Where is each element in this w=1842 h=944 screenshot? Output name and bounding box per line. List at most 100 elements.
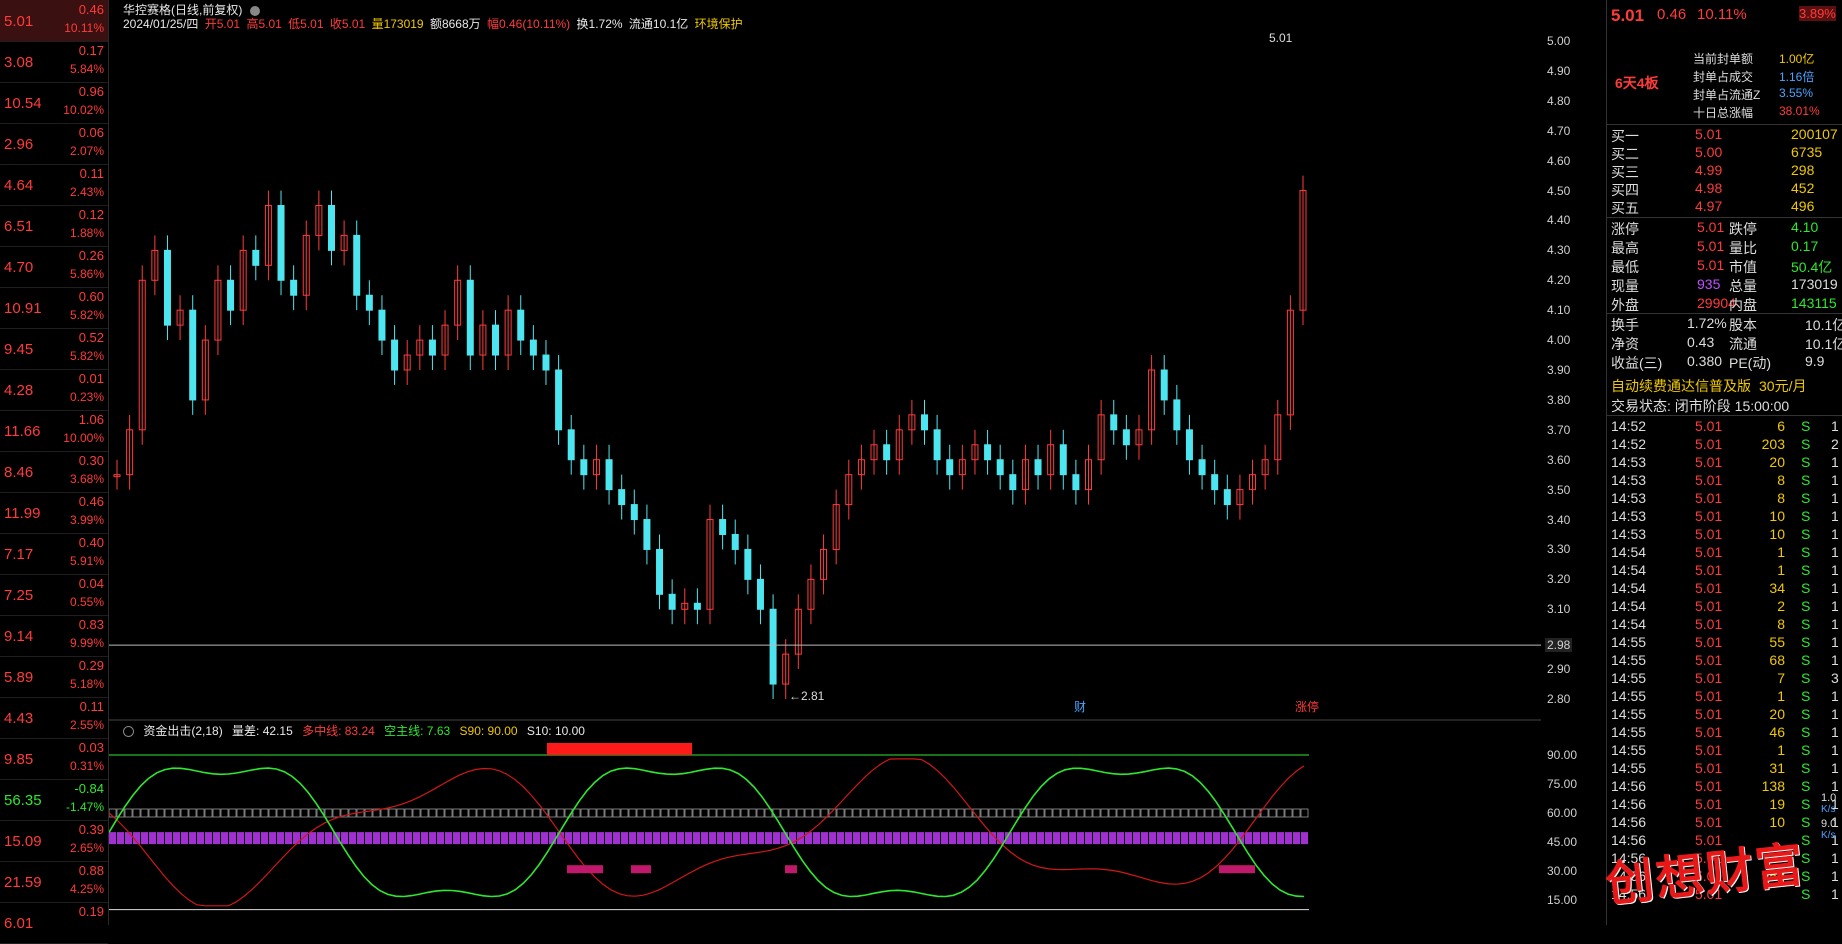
- stat-label: 外盘: [1611, 297, 1639, 313]
- watchlist-row[interactable]: 6.01 0.19: [0, 902, 108, 944]
- purple-block: [125, 832, 132, 845]
- watchlist-row[interactable]: 9.45 0.52 5.82%: [0, 328, 108, 370]
- watchlist-row[interactable]: 7.17 0.40 5.91%: [0, 533, 108, 575]
- gray-block: [1180, 808, 1189, 818]
- watchlist-change: 0.11: [79, 166, 104, 181]
- tick-volume: 1: [1777, 688, 1785, 704]
- watchlist-row[interactable]: 4.43 0.11 2.55%: [0, 697, 108, 739]
- candle-body: [1009, 474, 1017, 491]
- purple-block: [1285, 832, 1292, 845]
- watchlist-row[interactable]: 10.91 0.60 5.82%: [0, 287, 108, 329]
- tick-volume: 6: [1777, 418, 1785, 434]
- red-signal-block: [674, 743, 692, 755]
- watchlist-row[interactable]: 5.01 0.46 10.11%: [0, 0, 108, 42]
- tick-time: 14:55: [1611, 688, 1647, 704]
- tick-count: 1: [1831, 688, 1839, 704]
- watchlist-row[interactable]: 4.70 0.26 5.86%: [0, 246, 108, 288]
- gray-block: [156, 808, 165, 818]
- tick-time: 14:55: [1611, 760, 1647, 776]
- stat-row: 最低 5.01 市值 50.4亿: [1609, 257, 1841, 275]
- tick-time: 14:55: [1611, 706, 1647, 722]
- bid-volume: 200107: [1791, 126, 1838, 142]
- tick-price: 5.01: [1695, 670, 1723, 686]
- watchlist-row[interactable]: 11.99 0.46 3.99%: [0, 492, 108, 534]
- purple-block: [717, 832, 724, 845]
- watchlist-percent: 10.02%: [63, 103, 104, 117]
- price-tick: 3.40: [1547, 512, 1571, 527]
- gray-block: [708, 808, 717, 818]
- purple-block: [533, 832, 540, 845]
- candle-body: [252, 249, 260, 266]
- tick-count: 1: [1831, 724, 1839, 740]
- watchlist-row[interactable]: 3.08 0.17 5.84%: [0, 41, 108, 83]
- purple-block: [277, 832, 284, 845]
- price-tick: 4.80: [1547, 93, 1571, 108]
- promo-row[interactable]: 自动续费通达信普及版 30元/月: [1609, 376, 1841, 394]
- watchlist-row[interactable]: 2.96 0.06 2.07%: [0, 123, 108, 165]
- gray-block: [1140, 808, 1149, 818]
- price-tick: 3.60: [1547, 452, 1571, 467]
- watchlist-change: 0.26: [78, 248, 104, 263]
- watchlist-percent: 1.88%: [69, 226, 104, 240]
- magenta-signal-block: [785, 865, 797, 874]
- stat-value: 5.01: [1697, 257, 1725, 273]
- kline-chart[interactable]: 华控赛格(日线,前复权) 2024/01/25/四 开5.01 高5.01 低5…: [109, 0, 1541, 925]
- watchlist-row[interactable]: 11.66 1.06 10.00%: [0, 410, 108, 452]
- gray-block: [740, 808, 749, 818]
- gray-block: [988, 808, 997, 818]
- stat-value: 4.10: [1791, 219, 1819, 235]
- watchlist-row[interactable]: 7.25 0.04 0.55%: [0, 574, 108, 616]
- bid-volume: 298: [1791, 162, 1815, 178]
- watchlist-row[interactable]: 6.51 0.12 1.88%: [0, 205, 108, 247]
- watchlist-row[interactable]: 4.64 0.11 2.43%: [0, 164, 108, 206]
- gray-block: [748, 808, 757, 818]
- watchlist-percent: 3.68%: [69, 472, 104, 486]
- purple-block: [965, 832, 972, 845]
- bid-price: 5.01: [1695, 126, 1723, 142]
- watchlist-row[interactable]: 56.35 -0.84 -1.47%: [0, 779, 108, 821]
- indicator-toggle-icon[interactable]: [123, 726, 134, 738]
- purple-block: [741, 832, 748, 845]
- gray-block: [932, 808, 941, 818]
- watchlist-row[interactable]: 15.09 0.39 2.65%: [0, 820, 108, 862]
- bid-label: 买三: [1611, 164, 1639, 180]
- price-tick: 4.90: [1547, 63, 1571, 78]
- tick-count: 2: [1831, 436, 1839, 452]
- watchlist-row[interactable]: 10.54 0.96 10.02%: [0, 82, 108, 124]
- watchlist-row[interactable]: 9.85 0.03 0.31%: [0, 738, 108, 780]
- tick-count: 1: [1831, 850, 1839, 866]
- tick-price: 5.01: [1695, 436, 1723, 452]
- gray-block: [716, 808, 725, 818]
- purple-block: [1229, 832, 1236, 845]
- watchlist-row[interactable]: 21.59 0.88 4.25%: [0, 861, 108, 903]
- gray-block: [1084, 808, 1093, 818]
- gray-block: [908, 808, 917, 818]
- purple-block: [605, 832, 612, 845]
- magenta-signal-block: [631, 865, 651, 874]
- indicator-tick: 15.00: [1547, 893, 1578, 907]
- watchlist-row[interactable]: 8.46 0.30 3.68%: [0, 451, 108, 493]
- candle-body: [731, 534, 739, 550]
- gray-block: [948, 808, 957, 818]
- purple-block: [165, 832, 172, 845]
- purple-block: [749, 832, 756, 845]
- purple-block: [1213, 832, 1220, 845]
- indicator-liangcha: 量差: 42.15: [232, 724, 293, 738]
- gray-block: [164, 808, 173, 818]
- watchlist-row[interactable]: 5.89 0.29 5.18%: [0, 656, 108, 698]
- watchlist-row[interactable]: 9.14 0.83 9.99%: [0, 615, 108, 657]
- seal-row: 封单占成交 1.16倍: [1609, 68, 1841, 86]
- gray-block: [980, 808, 989, 818]
- purple-block: [1269, 832, 1276, 845]
- watchlist-percent: 10.00%: [63, 431, 104, 445]
- purple-block: [773, 832, 780, 845]
- tick-volume: 203: [1761, 436, 1785, 452]
- purple-block: [509, 832, 516, 845]
- gray-block: [1292, 808, 1301, 818]
- watchlist-row[interactable]: 4.28 0.01 0.23%: [0, 369, 108, 411]
- indicator-name[interactable]: 资金出击(2,18): [143, 724, 222, 738]
- candlestick-plot[interactable]: 5.01 ←2.81 财 涨停: [109, 0, 1541, 925]
- gray-block: [476, 808, 485, 818]
- stat-label: 跌停: [1729, 221, 1757, 237]
- purple-block: [1021, 832, 1028, 845]
